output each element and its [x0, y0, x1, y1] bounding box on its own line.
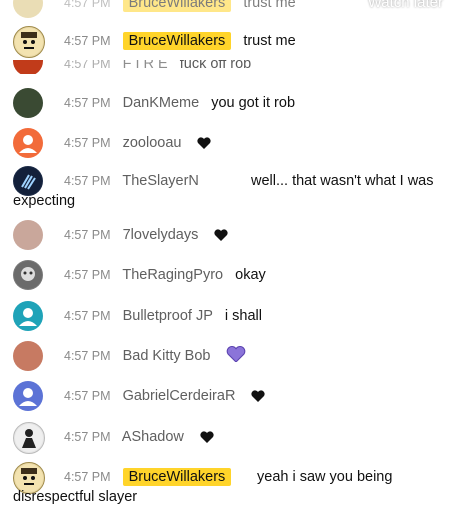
- avatar[interactable]: [13, 301, 43, 331]
- message-line: 4:57 PM GabrielCerdeiraR: [64, 386, 439, 408]
- message-line: 4:57 PM F I R E fuck off rob: [64, 60, 439, 74]
- timestamp: 4:57 PM: [64, 268, 111, 282]
- default-user-icon: [19, 388, 37, 406]
- message-text: fuck off rob: [179, 60, 252, 72]
- avatar[interactable]: [13, 128, 43, 158]
- message-line: 4:57 PM Bad Kitty Bob: [64, 346, 439, 368]
- avatar[interactable]: [13, 60, 43, 74]
- author-name[interactable]: BruceWillakers: [122, 32, 232, 50]
- message-line: 4:57 PM TheRagingPyro okay: [64, 265, 439, 285]
- message-line: 4:57 PM Bulletproof JP i shall: [64, 306, 439, 326]
- avatar[interactable]: [13, 422, 45, 454]
- purple-heart-icon: [226, 346, 246, 368]
- message-text: i shall: [224, 308, 262, 324]
- message-text: yeah i saw you being disrespectful slaye…: [13, 469, 393, 505]
- message-text-block: well... that wasn't what I was expecting: [0, 171, 439, 211]
- avatar[interactable]: [13, 220, 43, 250]
- author-name[interactable]: DanKMeme: [123, 95, 200, 111]
- message-text: well... that wasn't what I was expecting: [13, 173, 434, 209]
- skull-icon: [14, 261, 42, 289]
- timestamp: 4:57 PM: [64, 0, 111, 10]
- message-line: 4:57 PM BruceWillakers trust me: [64, 31, 439, 51]
- author-name[interactable]: Bulletproof JP: [123, 308, 213, 324]
- author-name[interactable]: GabrielCerdeiraR: [123, 388, 236, 404]
- timestamp: 4:57 PM: [64, 136, 111, 150]
- avatar[interactable]: [13, 260, 43, 290]
- timestamp: 4:57 PM: [64, 349, 111, 363]
- message-line: 4:57 PM 7lovelydays: [64, 225, 439, 247]
- message-text: you got it rob: [211, 95, 296, 111]
- author-name[interactable]: BruceWillakers: [122, 0, 232, 12]
- default-user-icon: [19, 135, 37, 153]
- face-icon: [15, 28, 43, 56]
- message-line: 4:57 PM AShadow: [64, 427, 439, 449]
- chat-message-partial: 4:57 PM F I R E fuck off rob: [0, 60, 451, 74]
- avatar[interactable]: [13, 88, 43, 118]
- timestamp: 4:57 PM: [64, 389, 111, 403]
- author-name[interactable]: F I R E: [123, 60, 168, 72]
- message-text: okay: [235, 267, 266, 283]
- author-name[interactable]: Bad Kitty Bob: [123, 348, 211, 364]
- message-text-block: yeah i saw you being disrespectful slaye…: [0, 467, 439, 507]
- author-name[interactable]: 7lovelydays: [123, 227, 199, 243]
- default-user-icon: [19, 308, 37, 326]
- black-heart-icon: [200, 429, 214, 449]
- message-line: 4:57 PM zoolooau: [64, 133, 439, 155]
- watch-later-label[interactable]: Watch later: [368, 0, 443, 11]
- avatar[interactable]: [13, 381, 43, 411]
- timestamp: 4:57 PM: [64, 60, 111, 71]
- avatar[interactable]: [13, 341, 43, 371]
- timestamp: 4:57 PM: [64, 96, 111, 110]
- author-name[interactable]: zoolooau: [123, 135, 182, 151]
- timestamp: 4:57 PM: [64, 309, 111, 323]
- message-text: trust me: [243, 0, 296, 11]
- avatar[interactable]: [13, 26, 45, 58]
- message-text: trust me: [243, 33, 296, 49]
- message-line: 4:57 PM DanKMeme you got it rob: [64, 93, 439, 113]
- live-chat-list: 4:57 PM BruceWillakers trust me Watch la…: [0, 0, 451, 512]
- avatar[interactable]: [13, 0, 43, 18]
- timestamp: 4:57 PM: [64, 228, 111, 242]
- black-heart-icon: [197, 135, 212, 155]
- cut-off-message: 4:57 PM BruceWillakers trust me Watch la…: [0, 0, 451, 18]
- black-heart-icon: [251, 388, 266, 408]
- author-name[interactable]: AShadow: [122, 429, 184, 445]
- author-name[interactable]: TheRagingPyro: [122, 267, 223, 283]
- black-heart-icon: [214, 227, 228, 247]
- timestamp: 4:57 PM: [64, 430, 111, 444]
- timestamp: 4:57 PM: [64, 34, 111, 48]
- shadow-figure-icon: [15, 424, 43, 452]
